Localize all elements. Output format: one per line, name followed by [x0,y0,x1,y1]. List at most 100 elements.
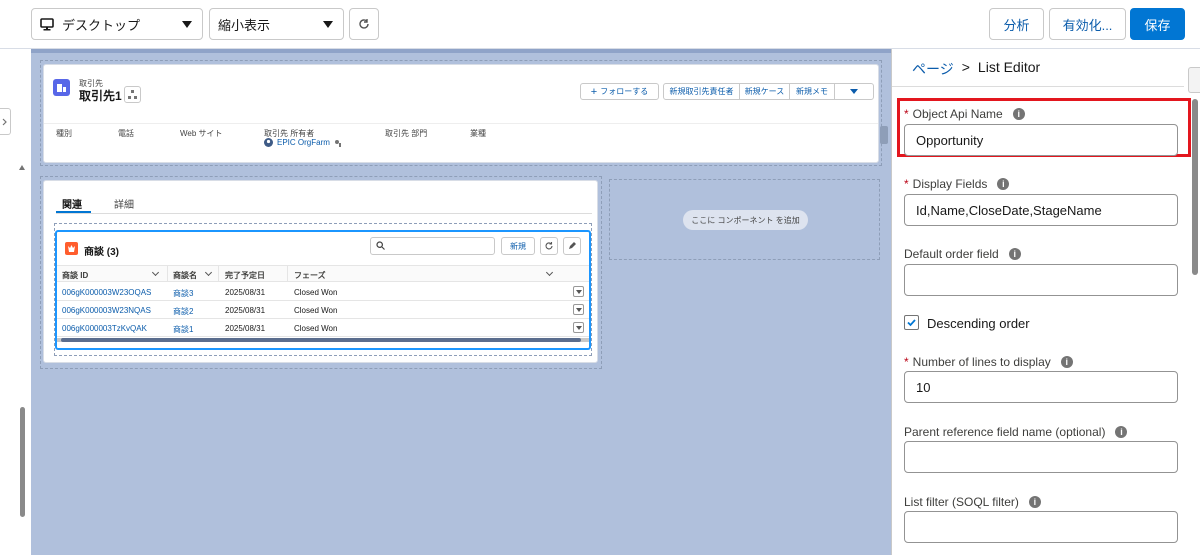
field-label-type: 種別 [56,129,72,138]
follow-button[interactable]: + フォローする [580,83,659,100]
tab-related[interactable]: 関連 [62,196,82,211]
owner-value[interactable]: EPIC OrgFarm [264,138,342,147]
device-select[interactable]: デスクトップ [31,8,203,40]
activate-button[interactable]: 有効化... [1049,8,1126,40]
breadcrumb-separator: > [961,59,970,75]
add-component-pill[interactable]: ここに コンポーネント を追加 [683,210,808,230]
display-fields-input[interactable]: Id,Name,CloseDate,StageName [904,194,1178,226]
app-builder: デスクトップ 縮小表示 分析 有効化... 保存 取引先 取引先1 + フォロー… [0,0,1200,555]
related-refresh-button[interactable] [540,237,558,255]
breadcrumb-current: List Editor [977,59,1041,75]
column-header-id[interactable]: 商談 ID [62,270,88,281]
row-id-link[interactable]: 006gK000003TzKvQAK [62,324,147,333]
panel-scrollbar-thumb[interactable] [1192,99,1198,275]
parent-reference-input[interactable] [904,441,1178,473]
scroll-up-icon[interactable] [19,165,25,170]
view-select[interactable]: 縮小表示 [209,8,344,40]
descending-order-checkbox[interactable] [904,315,919,330]
expand-panel-toggle[interactable] [0,108,11,135]
column-header-name[interactable]: 商談名 [173,270,197,281]
parent-reference-label: Parent reference field name (optional) [904,425,1106,439]
new-contact-button[interactable]: 新規取引先責任者 [664,84,740,99]
horizontal-scrollbar[interactable] [57,338,589,342]
refresh-icon [544,241,554,251]
descending-order-label[interactable]: Descending order [927,316,1030,331]
table-row[interactable]: 006gK000003W23OQAS 商談3 2025/08/31 Closed… [57,283,589,301]
default-order-field-input[interactable] [904,264,1178,296]
panel-collapse-toggle[interactable] [1188,67,1200,93]
analyze-button[interactable]: 分析 [989,8,1044,40]
horizontal-scrollbar-thumb[interactable] [61,338,581,342]
object-api-name-input[interactable]: Opportunity [904,124,1178,156]
refresh-icon [358,18,370,30]
checkmark-icon [907,319,916,327]
new-case-button[interactable]: 新規ケース [740,84,790,99]
table-header: 商談 ID 商談名 完了予定日 フェーズ [57,265,589,282]
tabs-container: 関連 詳細 商談 (3) 新規 商談 ID 商談名 完了予定日 フェーズ 006… [43,180,598,363]
column-header-closedate[interactable]: 完了予定日 [225,270,265,281]
breadcrumb: ページ > List Editor [912,59,1040,79]
field-label: * Display Fields i [904,177,1010,191]
field-label-industry: 業種 [470,129,486,138]
chevron-down-icon [850,89,858,94]
action-button-group: 新規取引先責任者 新規ケース 新規メモ [663,83,874,100]
info-icon[interactable]: i [1060,356,1073,368]
left-scrollbar-thumb[interactable] [20,407,25,517]
number-of-lines-input[interactable]: 10 [904,371,1178,403]
info-icon[interactable]: i [1028,496,1041,508]
tab-details[interactable]: 詳細 [114,196,134,211]
row-action-menu[interactable] [573,322,584,333]
components-rail [0,49,31,555]
field-label: Default order field i [904,247,1021,261]
row-action-menu[interactable] [573,286,584,297]
list-filter-label: List filter (SOQL filter) [904,495,1019,509]
row-stage: Closed Won [294,306,338,315]
row-action-menu[interactable] [573,304,584,315]
owner-link[interactable]: EPIC OrgFarm [277,138,330,147]
chevron-down-icon[interactable] [151,268,160,277]
row-name-link[interactable]: 商談1 [173,324,193,335]
related-new-button[interactable]: 新規 [501,237,535,255]
related-list-card[interactable]: 商談 (3) 新規 商談 ID 商談名 完了予定日 フェーズ 006gK0000… [55,230,591,350]
info-icon[interactable]: i [997,178,1010,190]
page-canvas: 取引先 取引先1 + フォローする 新規取引先責任者 新規ケース 新規メモ 種別… [31,49,891,555]
row-closedate: 2025/08/31 [225,288,266,297]
collapse-handle[interactable] [880,126,888,144]
plus-icon: + [590,85,598,98]
info-icon[interactable]: i [1008,248,1021,260]
related-search-input[interactable] [370,237,495,255]
table-row[interactable]: 006gK000003TzKvQAK 商談1 2025/08/31 Closed… [57,319,589,337]
row-stage: Closed Won [294,288,338,297]
row-name-link[interactable]: 商談3 [173,288,193,299]
new-contact-label: 新規取引先責任者 [669,87,734,96]
chevron-down-icon[interactable] [545,268,554,277]
info-icon[interactable]: i [1012,108,1025,120]
device-select-label: デスクトップ [62,17,141,33]
chevron-down-icon [323,21,333,28]
breadcrumb-page-link[interactable]: ページ [912,59,954,79]
new-note-button[interactable]: 新規メモ [790,84,835,99]
chevron-down-icon[interactable] [204,268,213,277]
search-icon [376,241,385,250]
change-owner-icon[interactable] [334,139,342,147]
row-id-link[interactable]: 006gK000003W23OQAS [62,288,151,297]
highlights-panel[interactable]: 取引先 取引先1 + フォローする 新規取引先責任者 新規ケース 新規メモ 種別… [43,64,879,163]
row-name-link[interactable]: 商談2 [173,306,193,317]
field-label: Parent reference field name (optional) i [904,425,1128,439]
hierarchy-button[interactable] [124,86,141,103]
more-actions-button[interactable] [835,84,873,99]
table-row[interactable]: 006gK000003W23NQAS 商談2 2025/08/31 Closed… [57,301,589,319]
related-edit-button[interactable] [563,237,581,255]
row-id-link[interactable]: 006gK000003W23NQAS [62,306,151,315]
refresh-button[interactable] [349,8,379,40]
new-note-label: 新規メモ [796,87,828,96]
save-button[interactable]: 保存 [1130,8,1185,40]
new-case-label: 新規ケース [744,87,785,96]
column-header-stage[interactable]: フェーズ [294,270,326,281]
chevron-down-icon [576,326,582,330]
required-mark: * [904,107,909,121]
divider [167,266,168,282]
follow-label: フォローする [600,87,649,96]
info-icon[interactable]: i [1115,426,1128,438]
list-filter-input[interactable] [904,511,1178,543]
